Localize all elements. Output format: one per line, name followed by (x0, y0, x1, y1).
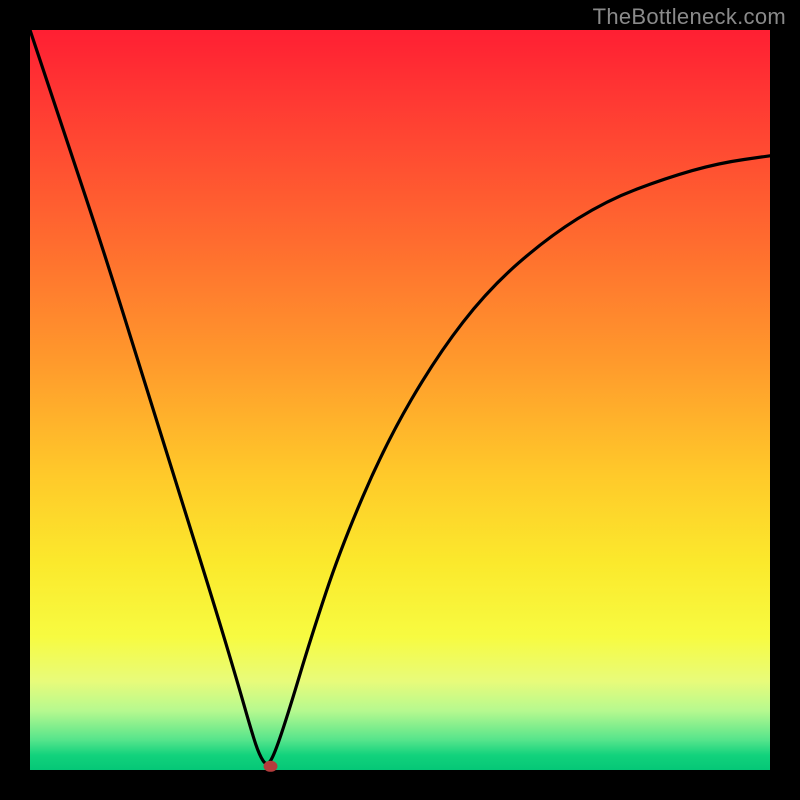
optimum-marker (264, 761, 278, 772)
curve-svg (30, 30, 770, 770)
attribution-text: TheBottleneck.com (593, 4, 786, 30)
plot-area (30, 30, 770, 770)
chart-frame: TheBottleneck.com (0, 0, 800, 800)
bottleneck-curve (30, 30, 770, 764)
